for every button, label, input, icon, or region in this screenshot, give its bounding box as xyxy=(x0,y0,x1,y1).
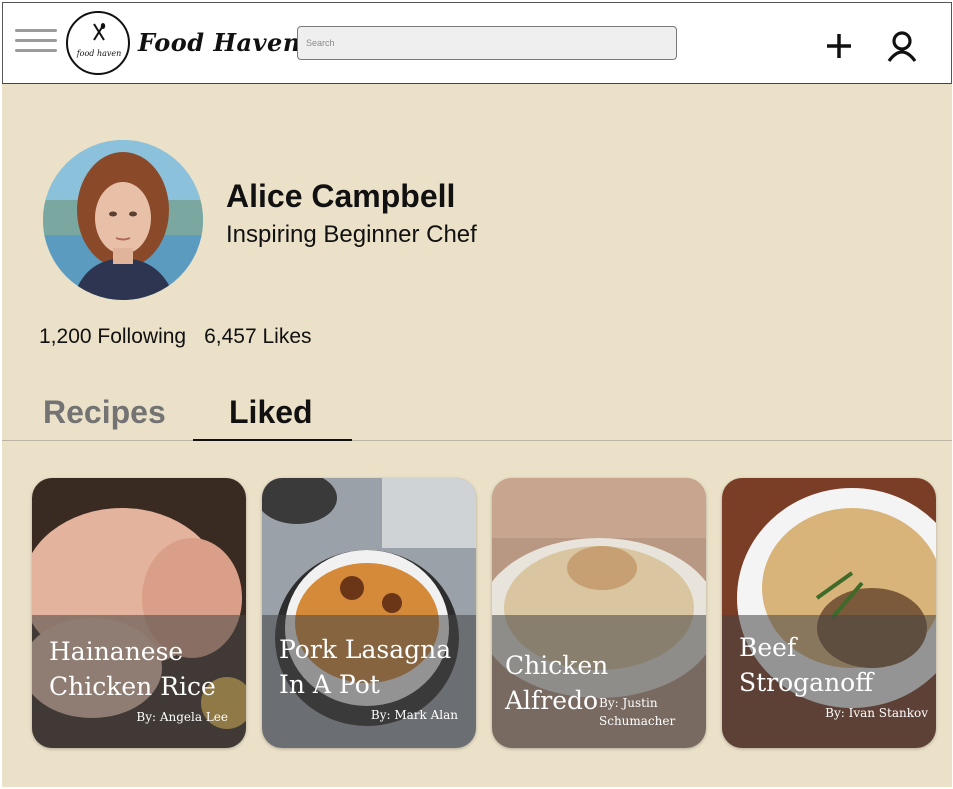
logo-text: food haven xyxy=(76,49,122,58)
recipe-card[interactable]: Chicken Alfredo By: Justin Schumacher xyxy=(492,478,706,748)
recipe-author: By: Mark Alan xyxy=(370,708,458,722)
avatar xyxy=(43,140,203,300)
hamburger-menu-icon[interactable] xyxy=(15,29,57,57)
recipe-author: By: Justin Schumacher xyxy=(599,696,676,728)
likes-count: 6,457 Likes xyxy=(204,325,312,348)
tab-recipes[interactable]: Recipes xyxy=(43,394,166,431)
active-tab-indicator xyxy=(193,439,352,441)
search-input[interactable] xyxy=(297,26,677,60)
tabs-divider xyxy=(2,440,952,441)
recipe-title: Pork Lasagna In A Pot xyxy=(279,635,452,699)
user-icon[interactable] xyxy=(885,29,919,63)
plus-icon[interactable] xyxy=(823,30,855,62)
logo[interactable]: food haven xyxy=(66,11,130,75)
following-count[interactable]: 1,200 Following xyxy=(39,325,186,348)
recipe-card[interactable]: Pork Lasagna In A Pot By: Mark Alan xyxy=(262,478,476,748)
recipe-title: Beef Stroganoff xyxy=(739,633,873,697)
top-header: food haven Food Haven xyxy=(2,2,952,84)
recipe-author: By: Ivan Stankov xyxy=(825,706,928,720)
recipe-title: Hainanese Chicken Rice xyxy=(49,637,216,701)
profile-subtitle: Inspiring Beginner Chef xyxy=(226,221,477,248)
profile-name: Alice Campbell xyxy=(226,178,456,214)
recipe-card[interactable]: Beef Stroganoff By: Ivan Stankov xyxy=(722,478,936,748)
app-frame: food haven Food Haven Search Alice Campb… xyxy=(2,2,952,787)
brand-name[interactable]: Food Haven xyxy=(138,28,301,57)
fork-spoon-icon xyxy=(93,23,106,41)
recipe-card[interactable]: Hainanese Chicken Rice By: Angela Lee xyxy=(32,478,246,748)
tab-liked[interactable]: Liked xyxy=(229,394,313,431)
recipe-author: By: Angela Lee xyxy=(136,710,228,724)
profile-stats: 1,200 Following 6,457 Likes xyxy=(39,325,330,349)
